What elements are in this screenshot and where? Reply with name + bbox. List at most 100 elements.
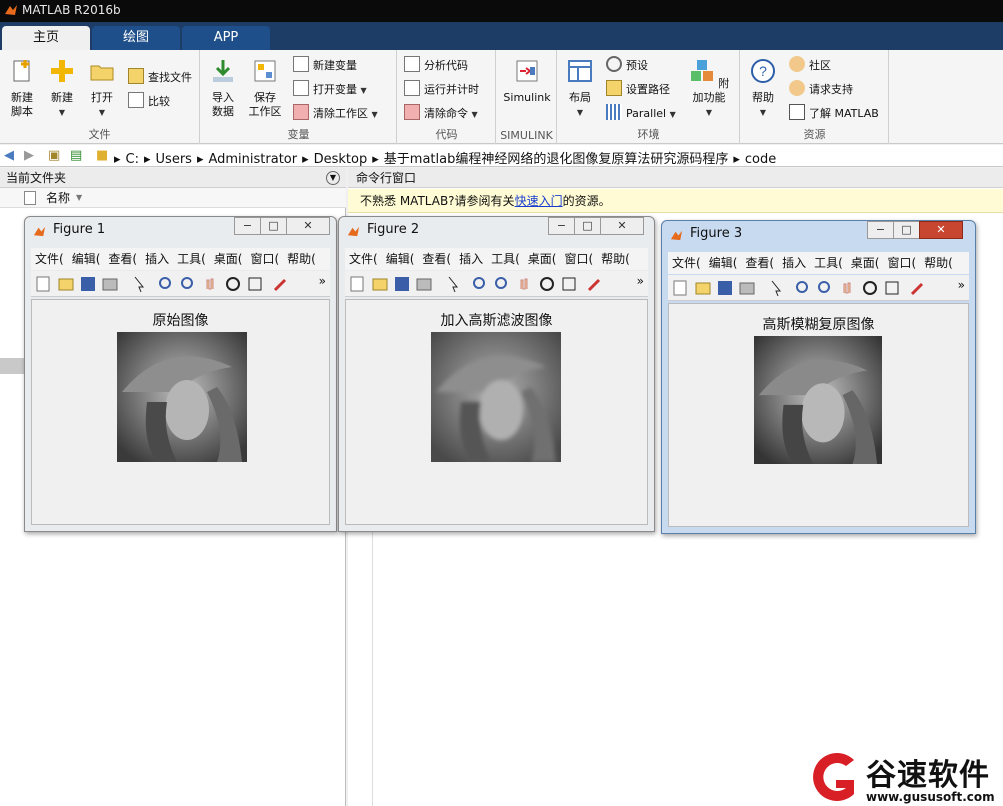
minimize-icon[interactable]: − — [548, 217, 575, 235]
menu-window[interactable]: 窗口( — [564, 252, 593, 266]
figure-window-3[interactable]: Figure 3 − □ ✕ 文件(编辑(查看(插入 工具(桌面(窗口(帮助( » 高… — [661, 220, 976, 534]
crumb-drive[interactable]: C: — [126, 152, 139, 167]
clear-commands-button[interactable]: 清除命令 ▼ — [404, 104, 478, 124]
group-label-variable: 变量 — [287, 128, 310, 141]
pane-menu-icon[interactable]: ▼ — [326, 171, 340, 185]
close-icon[interactable]: ✕ — [919, 221, 963, 239]
back-arrow-icon[interactable]: ◀ — [4, 148, 14, 163]
learn-matlab-button[interactable]: 了解 MATLAB — [789, 104, 879, 124]
crumb-user[interactable]: Administrator — [208, 152, 297, 167]
set-path-button[interactable]: 设置路径 — [606, 80, 670, 100]
help-label: 帮助 — [752, 91, 774, 104]
toolbar-overflow-icon[interactable]: » — [637, 274, 644, 288]
crumb-users[interactable]: Users — [156, 152, 192, 167]
figure-toolbar-icons[interactable] — [35, 275, 305, 293]
maximize-icon[interactable]: □ — [260, 217, 287, 235]
request-support-button[interactable]: 请求支持 — [789, 80, 853, 100]
browse-folder-icon[interactable]: ▤ — [70, 148, 82, 163]
open-variable-button[interactable]: 打开变量 ▼ — [293, 80, 367, 100]
preferences-button[interactable]: 预设 — [606, 56, 648, 76]
new-script-button[interactable]: 新建 脚本 — [6, 58, 38, 119]
menu-window[interactable]: 窗口( — [887, 256, 916, 270]
menu-help[interactable]: 帮助( — [924, 256, 953, 270]
open-button[interactable]: 打开 ▼ — [86, 58, 118, 120]
tab-apps[interactable]: APP — [182, 26, 270, 50]
menu-help[interactable]: 帮助( — [287, 252, 316, 266]
menu-edit[interactable]: 编辑( — [72, 252, 101, 266]
menu-file[interactable]: 文件( — [35, 252, 64, 266]
figure-toolbar: » — [345, 271, 648, 297]
selected-row[interactable] — [0, 358, 26, 374]
minimize-icon[interactable]: − — [867, 221, 894, 239]
new-variable-button[interactable]: 新建变量 — [293, 56, 357, 76]
notice-text-end: 的资源。 — [562, 194, 611, 208]
open-label: 打开 — [91, 91, 113, 104]
crumb-code[interactable]: code — [745, 152, 776, 167]
column-name[interactable]: 名称 — [46, 188, 70, 208]
menu-edit[interactable]: 编辑( — [709, 256, 738, 270]
forward-arrow-icon[interactable]: ▶ — [24, 148, 34, 163]
up-folder-icon[interactable]: ▣ — [48, 148, 60, 163]
tab-plots[interactable]: 绘图 — [92, 26, 180, 50]
compare-button[interactable]: 比较 — [128, 92, 170, 112]
getting-started-link[interactable]: 快速入门 — [515, 194, 563, 208]
parallel-button[interactable]: Parallel ▼ — [606, 104, 676, 124]
menu-edit[interactable]: 编辑( — [386, 252, 415, 266]
find-files-icon — [128, 68, 144, 84]
menu-file[interactable]: 文件( — [672, 256, 701, 270]
figure-window-1[interactable]: Figure 1 − □ ✕ 文件(编辑(查看(插入 工具(桌面(窗口(帮助( » 原… — [24, 216, 337, 532]
layout-button[interactable]: 布局 ▼ — [564, 58, 596, 120]
toolbar-overflow-icon[interactable]: » — [319, 274, 326, 288]
menu-desktop[interactable]: 桌面( — [851, 256, 880, 270]
analyze-code-button[interactable]: 分析代码 — [404, 56, 468, 76]
tab-home[interactable]: 主页 — [2, 26, 90, 50]
menu-insert[interactable]: 插入 — [459, 252, 483, 266]
group-variable: 导入 数据 保存 工作区 新建变量 打开变量 ▼ 清除工作区 ▼ 变量 — [201, 50, 397, 144]
ribbon: 新建 脚本 新建 ▼ 打开 ▼ 查找文件 比较 文件 导入 数据 保存 工作区 新建… — [0, 50, 1003, 144]
menu-insert[interactable]: 插入 — [782, 256, 806, 270]
menu-insert[interactable]: 插入 — [145, 252, 169, 266]
help-button[interactable]: ? 帮助 ▼ — [747, 58, 779, 120]
run-and-time-button[interactable]: 运行并计时 — [404, 80, 479, 100]
find-files-button[interactable]: 查找文件 — [128, 68, 192, 88]
figure-toolbar-icons[interactable] — [349, 275, 619, 293]
crumb-desktop[interactable]: Desktop — [314, 152, 368, 167]
group-file: 新建 脚本 新建 ▼ 打开 ▼ 查找文件 比较 文件 — [0, 50, 200, 144]
menu-desktop[interactable]: 桌面( — [528, 252, 557, 266]
figure-canvas: 原始图像 — [31, 299, 330, 525]
matlab-logo-icon — [33, 226, 46, 237]
menu-help[interactable]: 帮助( — [601, 252, 630, 266]
menu-desktop[interactable]: 桌面( — [214, 252, 243, 266]
toolbar-overflow-icon[interactable]: » — [958, 278, 965, 292]
figure-menubar: 文件( 编辑( 查看( 插入 工具( 桌面( 窗口( 帮助( — [668, 252, 969, 274]
menu-file[interactable]: 文件( — [349, 252, 378, 266]
figure-window-2[interactable]: Figure 2 − □ ✕ 文件(编辑(查看(插入 工具(桌面(窗口(帮助( » 加… — [338, 216, 655, 532]
layout-icon — [568, 60, 592, 82]
save-workspace-icon — [254, 60, 276, 82]
menu-window[interactable]: 窗口( — [250, 252, 279, 266]
close-icon[interactable]: ✕ — [600, 217, 644, 235]
menu-tools[interactable]: 工具( — [177, 252, 206, 266]
window-title: MATLAB R2016b — [22, 3, 121, 17]
minimize-icon[interactable]: − — [234, 217, 261, 235]
crumb-project[interactable]: 基于matlab编程神经网络的退化图像复原算法研究源码程序 — [384, 152, 729, 167]
menu-view[interactable]: 查看( — [422, 252, 451, 266]
new-button[interactable]: 新建 ▼ — [46, 58, 78, 120]
maximize-icon[interactable]: □ — [893, 221, 920, 239]
figure-toolbar-icons[interactable] — [672, 279, 942, 297]
community-button[interactable]: 社区 — [789, 56, 831, 76]
simulink-button[interactable]: Simulink — [501, 58, 553, 105]
group-code: 分析代码 运行并计时 清除命令 ▼ 代码 — [398, 50, 496, 144]
menu-tools[interactable]: 工具( — [491, 252, 520, 266]
save-workspace-button[interactable]: 保存 工作区 — [247, 58, 283, 119]
import-data-button[interactable]: 导入 数据 — [207, 58, 239, 119]
file-list-header: 名称 ▼ — [0, 188, 346, 208]
close-icon[interactable]: ✕ — [286, 217, 330, 235]
clear-workspace-button[interactable]: 清除工作区 ▼ — [293, 104, 378, 124]
menu-view[interactable]: 查看( — [108, 252, 137, 266]
menu-tools[interactable]: 工具( — [814, 256, 843, 270]
new-label: 新建 — [51, 91, 73, 104]
menu-view[interactable]: 查看( — [745, 256, 774, 270]
addons-button[interactable]: 附加功能 ▼ — [684, 58, 734, 120]
maximize-icon[interactable]: □ — [574, 217, 601, 235]
